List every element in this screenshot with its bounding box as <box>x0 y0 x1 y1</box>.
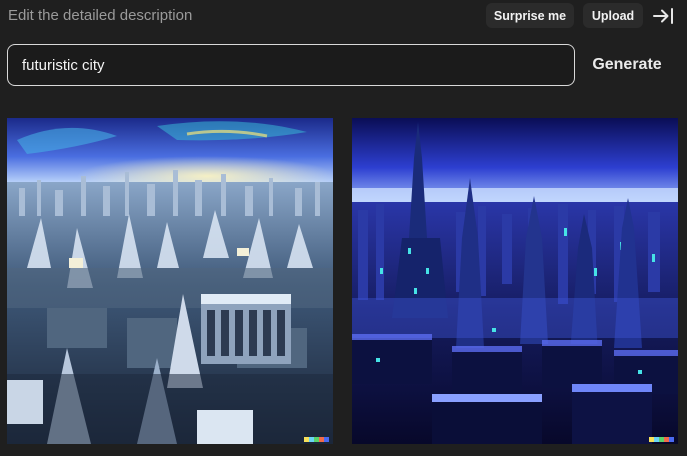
generate-button[interactable]: Generate <box>582 44 672 86</box>
description-hint[interactable]: Edit the detailed description <box>8 7 192 24</box>
collapse-right-icon[interactable] <box>652 5 676 27</box>
city-image-2 <box>352 118 678 444</box>
prompt-input[interactable] <box>22 45 562 85</box>
generated-image-2[interactable] <box>352 118 678 444</box>
prompt-field[interactable] <box>7 44 575 86</box>
watermark <box>649 437 674 442</box>
top-bar: Edit the detailed description Surprise m… <box>0 0 687 32</box>
watermark <box>304 437 329 442</box>
surprise-me-button[interactable]: Surprise me <box>486 3 574 28</box>
upload-button[interactable]: Upload <box>583 3 643 28</box>
city-image-1 <box>7 118 333 444</box>
generated-image-1[interactable] <box>7 118 333 444</box>
